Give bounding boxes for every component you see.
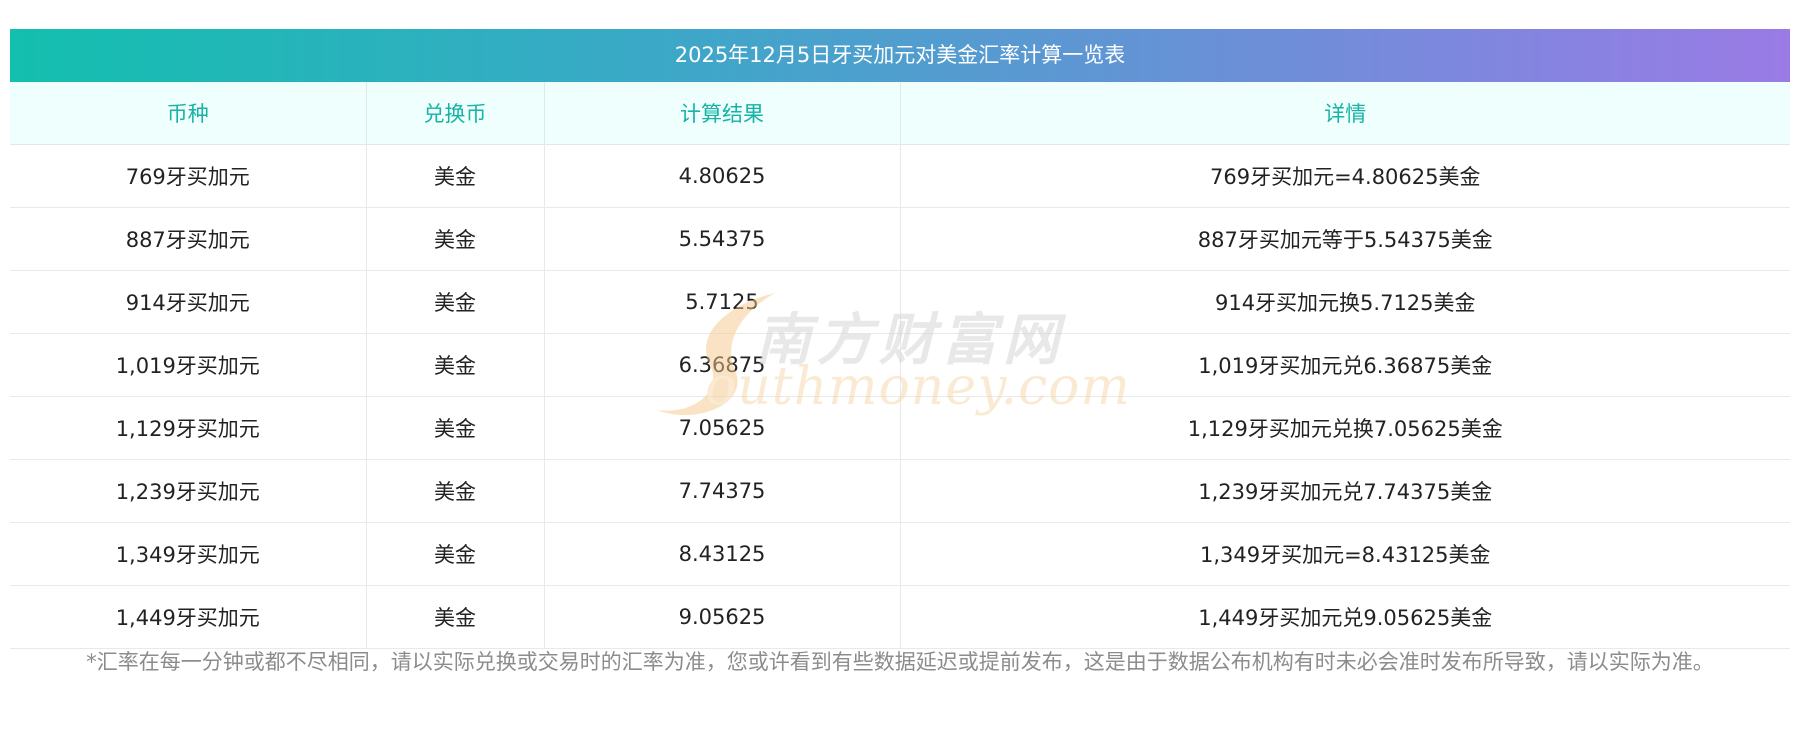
table-row: 769牙买加元 美金 4.80625 769牙买加元=4.80625美金	[10, 144, 1790, 208]
cell-detail: 1,129牙买加元兑换7.05625美金	[900, 396, 1790, 460]
table-row: 1,019牙买加元 美金 6.36875 1,019牙买加元兑6.36875美金	[10, 333, 1790, 397]
cell-detail: 1,349牙买加元=8.43125美金	[900, 522, 1790, 586]
cell-result: 8.43125	[544, 522, 901, 586]
disclaimer-note: *汇率在每一分钟或都不尽相同，请以实际兑换或交易时的汇率为准，您或许看到有些数据…	[86, 650, 1714, 674]
cell-target: 美金	[366, 333, 545, 397]
cell-result: 9.05625	[544, 585, 901, 649]
cell-target: 美金	[366, 207, 545, 271]
cell-currency: 1,449牙买加元	[10, 585, 367, 649]
cell-detail: 1,239牙买加元兑7.74375美金	[900, 459, 1790, 523]
cell-target: 美金	[366, 144, 545, 208]
cell-result: 5.7125	[544, 270, 901, 334]
header-detail: 详情	[900, 82, 1790, 145]
table-title: 2025年12月5日牙买加元对美金汇率计算一览表	[10, 29, 1790, 82]
cell-detail: 914牙买加元换5.7125美金	[900, 270, 1790, 334]
cell-currency: 914牙买加元	[10, 270, 367, 334]
cell-result: 4.80625	[544, 144, 901, 208]
table-row: 1,129牙买加元 美金 7.05625 1,129牙买加元兑换7.05625美…	[10, 396, 1790, 460]
table-row: 914牙买加元 美金 5.7125 914牙买加元换5.7125美金	[10, 270, 1790, 334]
cell-currency: 1,239牙买加元	[10, 459, 367, 523]
cell-detail: 1,019牙买加元兑6.36875美金	[900, 333, 1790, 397]
table-header: 币种 兑换币 计算结果 详情	[10, 82, 1790, 145]
cell-currency: 887牙买加元	[10, 207, 367, 271]
cell-result: 5.54375	[544, 207, 901, 271]
header-result: 计算结果	[544, 82, 901, 145]
cell-target: 美金	[366, 270, 545, 334]
cell-detail: 887牙买加元等于5.54375美金	[900, 207, 1790, 271]
table-row: 1,349牙买加元 美金 8.43125 1,349牙买加元=8.43125美金	[10, 522, 1790, 586]
table-row: 1,449牙买加元 美金 9.05625 1,449牙买加元兑9.05625美金	[10, 585, 1790, 649]
cell-result: 7.74375	[544, 459, 901, 523]
table-body: 769牙买加元 美金 4.80625 769牙买加元=4.80625美金 887…	[10, 144, 1790, 649]
cell-result: 7.05625	[544, 396, 901, 460]
cell-target: 美金	[366, 585, 545, 649]
cell-result: 6.36875	[544, 333, 901, 397]
cell-detail: 1,449牙买加元兑9.05625美金	[900, 585, 1790, 649]
table-row: 887牙买加元 美金 5.54375 887牙买加元等于5.54375美金	[10, 207, 1790, 271]
cell-target: 美金	[366, 396, 545, 460]
header-currency: 币种	[10, 82, 367, 145]
table-row: 1,239牙买加元 美金 7.74375 1,239牙买加元兑7.74375美金	[10, 459, 1790, 523]
cell-target: 美金	[366, 459, 545, 523]
rate-table-container: 2025年12月5日牙买加元对美金汇率计算一览表 币种 兑换币 计算结果 详情 …	[10, 29, 1790, 649]
cell-currency: 769牙买加元	[10, 144, 367, 208]
cell-currency: 1,129牙买加元	[10, 396, 367, 460]
header-target: 兑换币	[366, 82, 545, 145]
cell-currency: 1,349牙买加元	[10, 522, 367, 586]
cell-detail: 769牙买加元=4.80625美金	[900, 144, 1790, 208]
header-row: 币种 兑换币 计算结果 详情	[10, 82, 1790, 145]
rate-table: 币种 兑换币 计算结果 详情 769牙买加元 美金 4.80625 769牙买加…	[10, 82, 1790, 649]
cell-currency: 1,019牙买加元	[10, 333, 367, 397]
cell-target: 美金	[366, 522, 545, 586]
